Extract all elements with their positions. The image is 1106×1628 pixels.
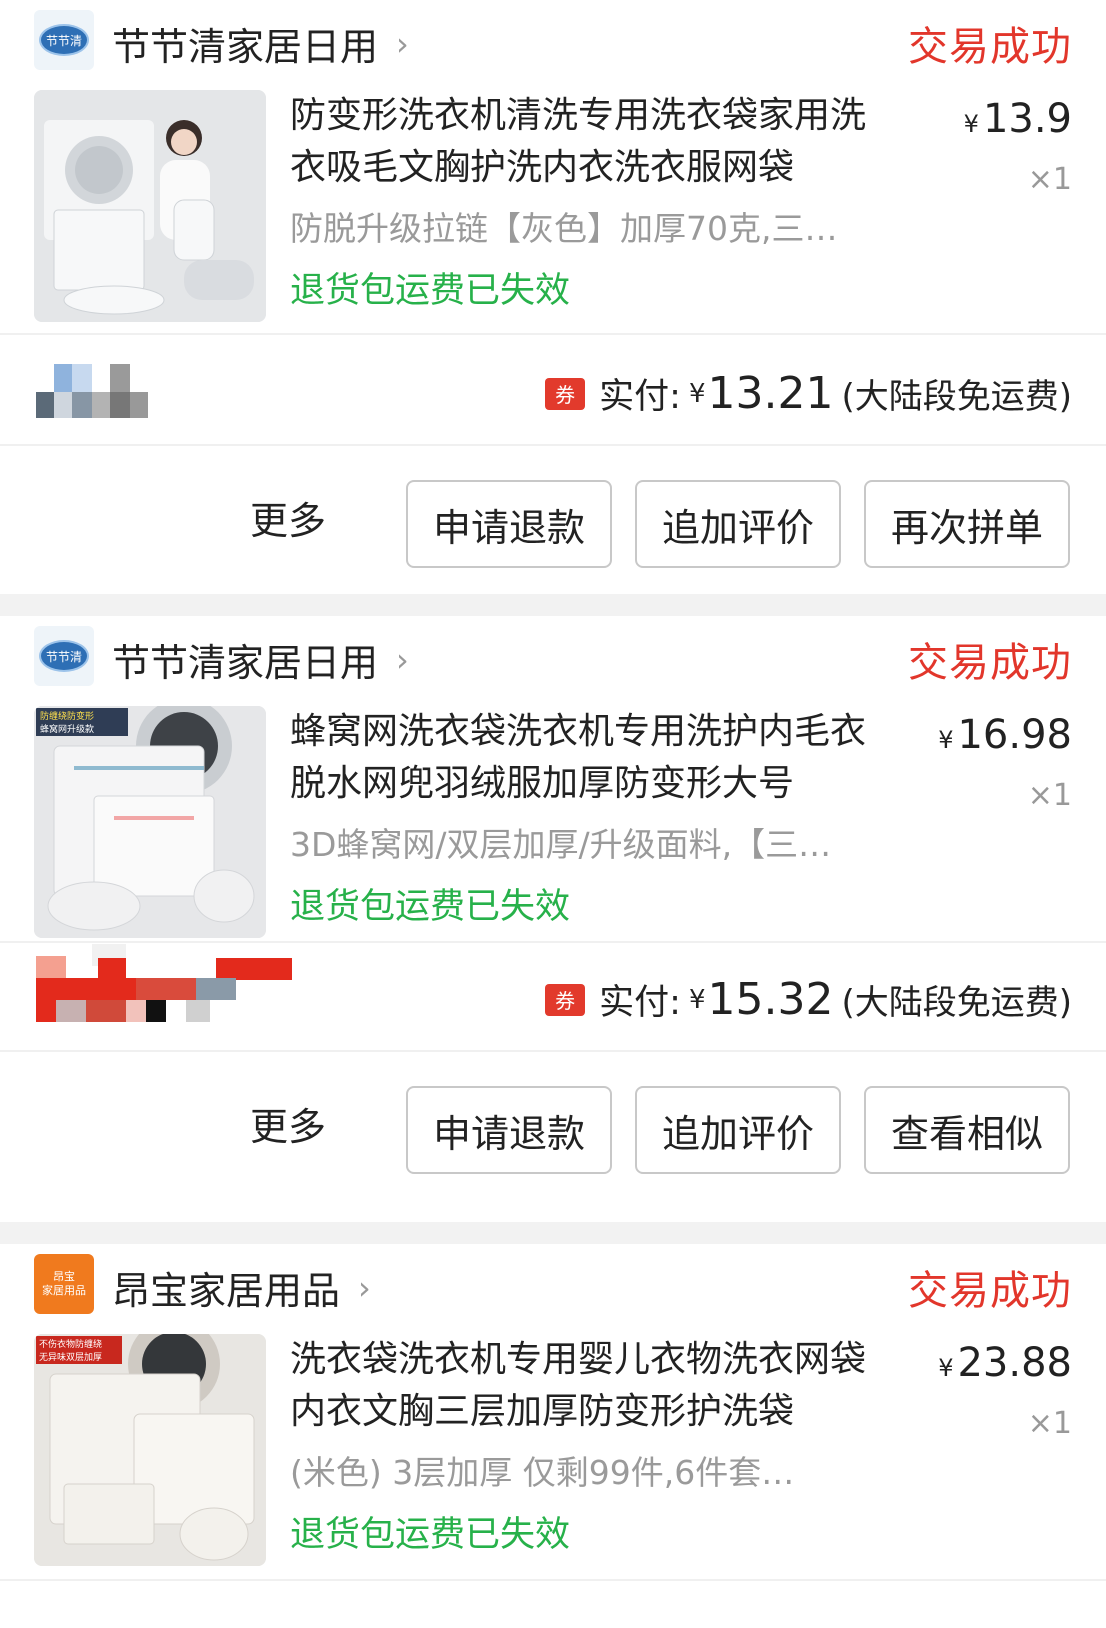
order-card: 节节清 节节清家居日用 › 交易成功 (0, 616, 1106, 1222)
refund-shipping-note: 退货包运费已失效 (290, 887, 571, 927)
product-row[interactable]: 不伤衣物防缠绕 无异味双层加厚 洗衣袋洗衣机专用婴儿衣物洗衣网袋内衣文胸三层加厚… (0, 1334, 1106, 1566)
section-gap (0, 1222, 1106, 1244)
shipping-note: (大陆段免运费) (841, 983, 1072, 1023)
redacted-info (36, 364, 148, 418)
add-review-button[interactable]: 追加评价 (635, 1086, 841, 1174)
product-row[interactable]: 防缠绕防变形 蜂窝网升级款 蜂窝网洗衣袋洗衣机专用洗护内毛衣脱水网兜羽绒服加厚防… (0, 706, 1106, 938)
request-refund-button[interactable]: 申请退款 (406, 1086, 612, 1174)
price-value: 16.98 (957, 712, 1072, 758)
refund-shipping-note: 退货包运费已失效 (290, 1515, 571, 1555)
shop-logo: 节节清 (34, 626, 94, 686)
image-caption-1: 防缠绕防变形 (40, 710, 94, 722)
price-currency: ¥ (938, 726, 954, 754)
price-value: 13.9 (982, 96, 1072, 142)
add-review-button[interactable]: 追加评价 (635, 480, 841, 568)
shop-name: 节节清家居日用 (112, 641, 379, 685)
payment-summary: 券 实付: ¥ 15.32 (大陆段免运费) (545, 974, 1072, 1025)
action-row: 更多 申请退款 追加评价 再次拼单 (0, 466, 1106, 576)
paid-label: 实付: (599, 377, 681, 417)
shop-logo-mark: 节节清 (39, 640, 89, 672)
product-title[interactable]: 蜂窝网洗衣袋洗衣机专用洗护内毛衣脱水网兜羽绒服加厚防变形大号 (290, 706, 900, 810)
divider (0, 444, 1106, 446)
chevron-right-icon: › (396, 640, 409, 679)
product-image[interactable]: 不伤衣物防缠绕 无异味双层加厚 (34, 1334, 266, 1566)
shop-header[interactable]: 节节清 节节清家居日用 › 交易成功 (0, 0, 1106, 86)
shop-name-link[interactable]: 节节清家居日用 › (112, 16, 409, 71)
divider (0, 1579, 1106, 1581)
image-caption-2: 无异味双层加厚 (39, 1351, 102, 1363)
product-quantity: ×1 (1027, 1406, 1072, 1441)
product-image[interactable] (34, 90, 266, 322)
request-refund-button[interactable]: 申请退款 (406, 480, 612, 568)
payment-summary: 券 实付: ¥ 13.21 (大陆段免运费) (545, 368, 1072, 419)
price-value: 23.88 (957, 1340, 1072, 1386)
product-sku: (米色) 3层加厚 仅剩99件,6件套… (290, 1453, 795, 1492)
laundry-bag-photo: 防缠绕防变形 蜂窝网升级款 (34, 706, 266, 938)
shop-name: 昂宝家居用品 (112, 1269, 341, 1313)
shop-logo: 节节清 (34, 10, 94, 70)
order-status: 交易成功 (908, 24, 1072, 70)
payment-row: 券 实付: ¥ 13.21 (大陆段免运费) (0, 336, 1106, 444)
product-quantity: ×1 (1027, 162, 1072, 197)
image-caption-1: 不伤衣物防缠绕 (39, 1338, 102, 1350)
paid-amount: 15.32 (707, 974, 834, 1025)
price-currency: ¥ (938, 1354, 954, 1382)
image-caption-2: 蜂窝网升级款 (40, 723, 94, 735)
coupon-badge-icon: 券 (545, 377, 586, 410)
product-image[interactable]: 防缠绕防变形 蜂窝网升级款 (34, 706, 266, 938)
product-title[interactable]: 防变形洗衣机清洗专用洗衣袋家用洗衣吸毛文胸护洗内衣洗衣服网袋 (290, 90, 900, 194)
more-button[interactable]: 更多 (250, 490, 326, 545)
product-quantity: ×1 (1027, 778, 1072, 813)
price-currency: ¥ (963, 110, 979, 138)
redacted-info (36, 944, 292, 1022)
chevron-right-icon: › (358, 1268, 371, 1307)
shop-logo-line-2: 家居用品 (42, 1284, 86, 1297)
coupon-badge-icon: 券 (545, 983, 586, 1016)
refund-shipping-note: 退货包运费已失效 (290, 271, 571, 311)
section-gap (0, 594, 1106, 616)
product-price: ¥13.9 (964, 96, 1072, 142)
product-sku: 防脱升级拉链【灰色】加厚70克,三… (290, 209, 838, 248)
order-status: 交易成功 (908, 640, 1072, 686)
product-title[interactable]: 洗衣袋洗衣机专用婴儿衣物洗衣网袋内衣文胸三层加厚防变形护洗袋 (290, 1334, 900, 1438)
order-card: 节节清 节节清家居日用 › 交易成功 (0, 0, 1106, 594)
paid-currency: ¥ (688, 378, 706, 409)
divider (0, 333, 1106, 335)
product-sku: 3D蜂窝网/双层加厚/升级面料,【三… (290, 825, 832, 864)
laundry-bag-photo (34, 90, 266, 322)
divider (0, 1050, 1106, 1052)
chevron-right-icon: › (396, 24, 409, 63)
shop-name-link[interactable]: 昂宝家居用品 › (112, 1260, 371, 1315)
order-card: 昂宝 家居用品 昂宝家居用品 › 交易成功 不伤衣物防缠绕 无异味双层加厚 洗衣… (0, 1244, 1106, 1628)
view-similar-button[interactable]: 查看相似 (864, 1086, 1070, 1174)
order-list: 节节清 节节清家居日用 › 交易成功 防变形洗衣机清洗专用洗衣袋家用洗衣吸毛文胸… (0, 0, 1106, 1628)
paid-amount: 13.21 (707, 368, 834, 419)
shop-logo-line-1: 昂宝 (53, 1270, 75, 1283)
shop-logo-mark: 节节清 (39, 24, 89, 56)
action-row: 更多 申请退款 追加评价 查看相似 (0, 1072, 1106, 1182)
paid-label: 实付: (599, 983, 681, 1023)
reorder-button[interactable]: 再次拼单 (864, 480, 1070, 568)
shop-name: 节节清家居日用 (112, 25, 379, 69)
shop-header[interactable]: 节节清 节节清家居日用 › 交易成功 (0, 616, 1106, 702)
payment-row: 券 实付: ¥ 15.32 (大陆段免运费) (0, 942, 1106, 1050)
more-button[interactable]: 更多 (250, 1096, 326, 1151)
shop-header[interactable]: 昂宝 家居用品 昂宝家居用品 › 交易成功 (0, 1244, 1106, 1330)
shipping-note: (大陆段免运费) (841, 377, 1072, 417)
product-price: ¥16.98 (938, 712, 1072, 758)
product-row[interactable]: 防变形洗衣机清洗专用洗衣袋家用洗衣吸毛文胸护洗内衣洗衣服网袋 防脱升级拉链【灰色… (0, 90, 1106, 322)
shop-logo: 昂宝 家居用品 (34, 1254, 94, 1314)
paid-currency: ¥ (688, 984, 706, 1015)
laundry-bag-photo: 不伤衣物防缠绕 无异味双层加厚 (34, 1334, 266, 1566)
order-status: 交易成功 (908, 1268, 1072, 1314)
shop-name-link[interactable]: 节节清家居日用 › (112, 632, 409, 687)
product-price: ¥23.88 (938, 1340, 1072, 1386)
